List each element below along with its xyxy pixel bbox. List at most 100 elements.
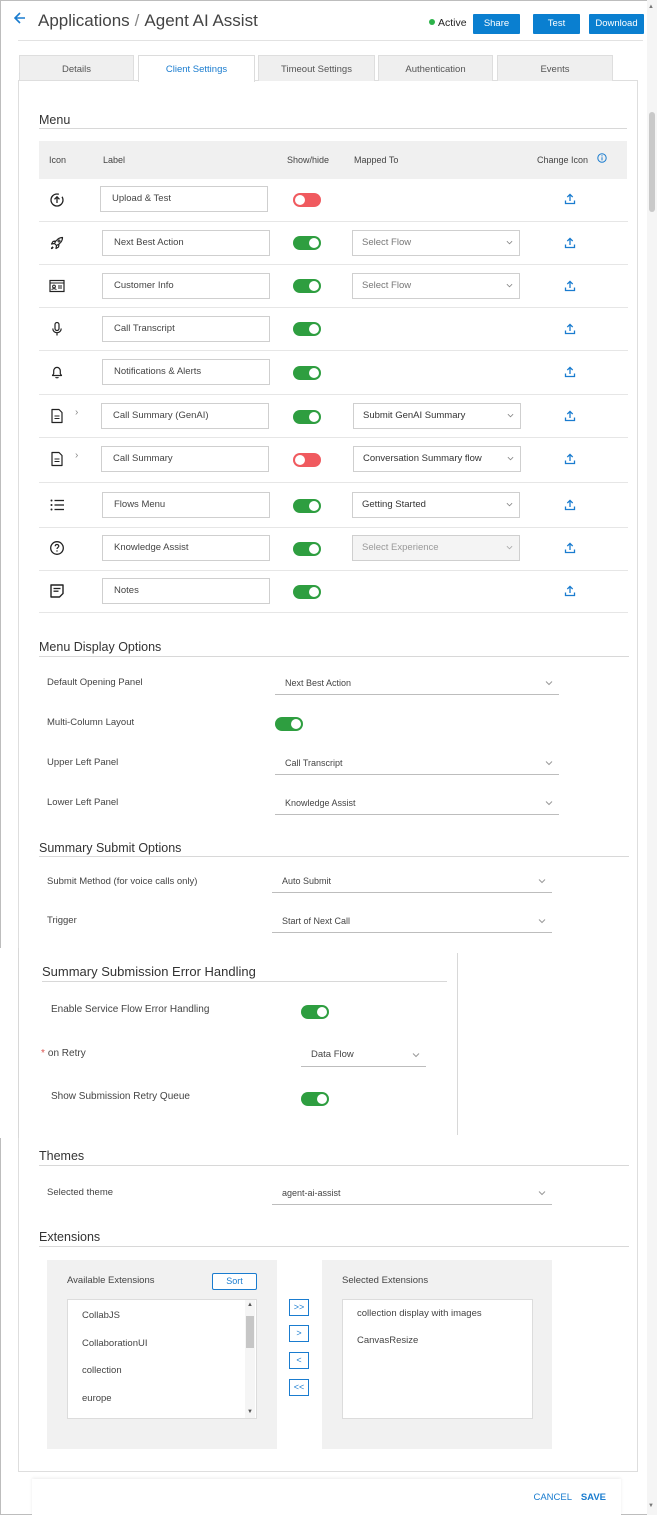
toggle-flows-menu[interactable] [293,499,321,513]
label-input-flows-menu[interactable]: Flows Menu [102,492,270,518]
tab-timeout-settings[interactable]: Timeout Settings [258,55,375,81]
show-retry-queue-toggle[interactable] [301,1092,329,1106]
back-arrow-icon[interactable] [13,10,26,30]
scroll-up-icon[interactable]: ▲ [247,1302,253,1308]
cancel-button[interactable]: CANCEL [533,1492,572,1503]
available-extensions-title: Available Extensions [67,1275,155,1286]
change-icon-upload-icon[interactable] [564,585,576,597]
change-icon-upload-icon[interactable] [564,193,576,205]
change-icon-upload-icon[interactable] [564,542,576,554]
row-divider [39,570,628,571]
toggle-notes[interactable] [293,585,321,599]
mapped-select-customer-info[interactable]: Select Flow [352,273,520,299]
enable-error-handling-toggle[interactable] [301,1005,329,1019]
breadcrumb-separator: / [134,11,140,30]
label-input-call-transcript[interactable]: Call Transcript [102,316,270,342]
move-all-left-button[interactable]: << [289,1379,309,1396]
menu-section-divider [39,128,627,129]
lower-left-label: Lower Left Panel [47,797,119,808]
row-divider [39,264,628,265]
label-input-call-summary[interactable]: Call Summary [101,446,269,472]
toggle-call-summary[interactable] [293,453,321,467]
scrollbar-thumb[interactable] [246,1316,254,1348]
panel-gap [638,785,646,1205]
toggle-notifications-alerts[interactable] [293,366,321,380]
download-button[interactable]: Download [589,14,644,34]
summary-submit-divider [39,856,629,857]
change-icon-upload-icon[interactable] [564,410,576,422]
mapped-select-flows-menu[interactable]: Getting Started [352,492,520,518]
label-input-customer-info[interactable]: Customer Info [102,273,270,299]
row-divider [39,527,628,528]
toggle-customer-info[interactable] [293,279,321,293]
selected-extension-item[interactable]: CanvasResize [357,1335,418,1346]
label-input-upload-test[interactable]: Upload & Test [100,186,268,212]
scrollbar-thumb[interactable] [649,112,655,212]
selected-extension-item[interactable]: collection display with images [357,1308,482,1319]
mapped-select-call-summary[interactable]: Conversation Summary flow [353,446,521,472]
multi-column-toggle[interactable] [275,717,303,731]
test-button[interactable]: Test [533,14,580,34]
tab-details[interactable]: Details [19,55,134,81]
expand-chevron-icon[interactable]: › [75,450,78,461]
bell-icon [48,363,66,381]
themes-title: Themes [39,1149,85,1163]
status-badge: Active [429,17,467,29]
label-input-notes[interactable]: Notes [102,578,270,604]
list-icon [48,496,66,514]
scroll-down-icon[interactable]: ▼ [648,1503,654,1509]
toggle-call-transcript[interactable] [293,322,321,336]
mapped-select-call-summary-genai[interactable]: Submit GenAI Summary [353,403,521,429]
trigger-select[interactable]: Start of Next Call [272,911,552,933]
selected-theme-select[interactable]: agent-ai-assist [272,1183,552,1205]
header-divider [18,40,643,41]
on-retry-label: * on Retry [41,1048,86,1059]
label-input-knowledge-assist[interactable]: Knowledge Assist [102,535,270,561]
change-icon-upload-icon[interactable] [564,366,576,378]
default-panel-select[interactable]: Next Best Action [275,673,559,695]
col-change-icon-header: Change Icon [537,155,589,165]
sort-button[interactable]: Sort [212,1273,257,1290]
lower-left-select[interactable]: Knowledge Assist [275,793,559,815]
toggle-upload-test[interactable] [293,193,321,207]
move-all-right-button[interactable]: >> [289,1299,309,1316]
tab-events[interactable]: Events [497,55,613,81]
breadcrumb-applications[interactable]: Applications [38,11,130,30]
row-divider [39,612,628,613]
available-extension-item[interactable]: collection [82,1365,122,1376]
label-input-next-best-action[interactable]: Next Best Action [102,230,270,256]
change-icon-upload-icon[interactable] [564,499,576,511]
move-left-button[interactable]: < [289,1352,309,1369]
page-scrollbar[interactable]: ▲ ▼ [647,0,657,1515]
change-icon-upload-icon[interactable] [564,323,576,335]
toggle-next-best-action[interactable] [293,236,321,250]
available-extension-item[interactable]: CollabJS [82,1310,120,1321]
error-section-right-border [457,953,458,1135]
on-retry-select[interactable]: Data Flow [301,1045,426,1067]
expand-chevron-icon[interactable]: › [75,407,78,418]
available-extension-item[interactable]: europe [82,1393,112,1404]
save-button[interactable]: SAVE [581,1492,606,1503]
submit-method-select[interactable]: Auto Submit [272,871,552,893]
error-handling-title: Summary Submission Error Handling [42,964,256,979]
label-input-call-summary-genai[interactable]: Call Summary (GenAI) [101,403,269,429]
label-input-notifications-alerts[interactable]: Notifications & Alerts [102,359,270,385]
available-extension-item[interactable]: CollaborationUI [82,1338,147,1349]
col-label-header: Label [103,155,126,165]
available-list-scrollbar[interactable]: ▲ ▼ [245,1300,255,1418]
tab-authentication[interactable]: Authentication [378,55,493,81]
info-icon[interactable] [597,153,607,163]
move-right-button[interactable]: > [289,1325,309,1342]
change-icon-upload-icon[interactable] [564,237,576,249]
selected-extensions-title: Selected Extensions [342,1275,429,1286]
scroll-down-icon[interactable]: ▼ [247,1409,253,1415]
toggle-call-summary-genai[interactable] [293,410,321,424]
mapped-select-next-best-action[interactable]: Select Flow [352,230,520,256]
toggle-knowledge-assist[interactable] [293,542,321,556]
change-icon-upload-icon[interactable] [564,453,576,465]
tab-client-settings[interactable]: Client Settings [138,55,255,82]
scroll-up-icon[interactable]: ▲ [648,4,654,10]
change-icon-upload-icon[interactable] [564,280,576,292]
share-button[interactable]: Share [473,14,520,34]
upper-left-select[interactable]: Call Transcript [275,753,559,775]
